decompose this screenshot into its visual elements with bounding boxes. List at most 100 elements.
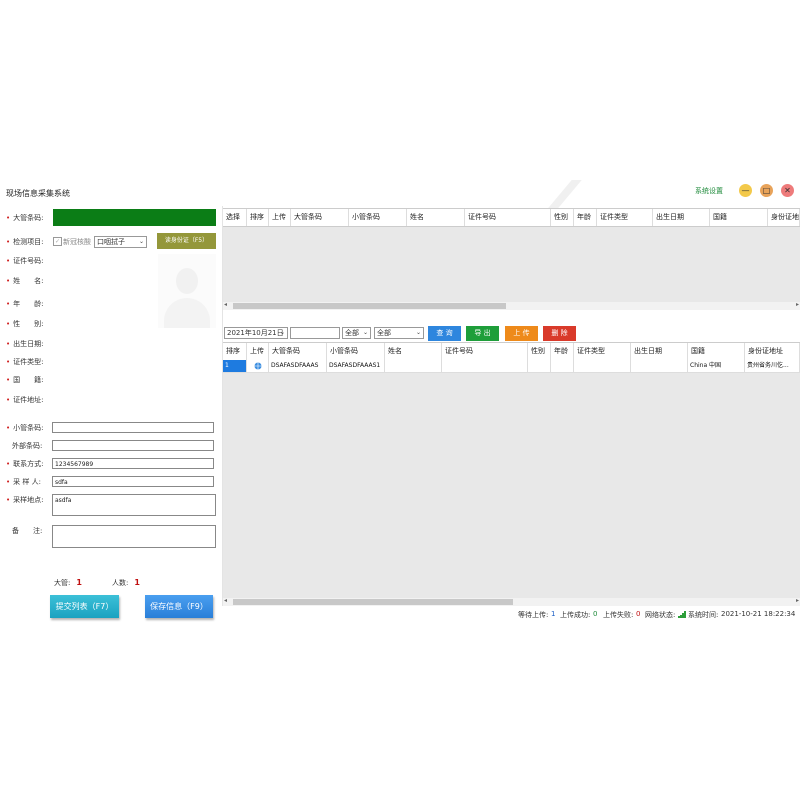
scroll-right-icon[interactable]: ▸ bbox=[796, 597, 799, 604]
row-big-barcode[interactable]: DSAFASDFAAAS bbox=[269, 360, 327, 372]
chevron-down-icon: ⌄ bbox=[415, 329, 421, 336]
col-big-barcode[interactable]: 大管条码 bbox=[291, 209, 349, 226]
query-button[interactable]: 查 询 bbox=[428, 326, 461, 341]
date-value: 2021年10月21日 bbox=[227, 329, 284, 337]
col-small-barcode[interactable]: 小管条码 bbox=[349, 209, 407, 226]
id-address-label: • 证件地址: bbox=[6, 396, 44, 404]
remark-label: 备 注: bbox=[12, 527, 43, 535]
settings-link[interactable]: 系统设置 bbox=[695, 186, 723, 196]
col-small-barcode[interactable]: 小管条码 bbox=[327, 343, 385, 360]
col-id-number[interactable]: 证件号码 bbox=[442, 343, 528, 360]
col-age[interactable]: 年龄 bbox=[551, 343, 574, 360]
col-birthdate[interactable]: 出生日期 bbox=[653, 209, 710, 226]
scroll-left-icon[interactable]: ◂ bbox=[224, 597, 227, 604]
scroll-right-icon[interactable]: ▸ bbox=[796, 301, 799, 308]
records-grid[interactable]: 排序 上传 大管条码 小管条码 姓名 证件号码 性别 年龄 证件类型 出生日期 … bbox=[223, 342, 800, 598]
col-order[interactable]: 排序 bbox=[247, 209, 269, 226]
col-nationality[interactable]: 国籍 bbox=[688, 343, 745, 360]
sample-type-select[interactable]: 口咽拭子 ⌄ bbox=[94, 236, 147, 248]
col-id-number[interactable]: 证件号码 bbox=[465, 209, 551, 226]
upload-success-label: 上传成功: bbox=[560, 611, 591, 619]
upload-failed-value: 0 bbox=[636, 610, 641, 618]
network-signal-icon bbox=[678, 611, 687, 618]
gender-label: • 性 别: bbox=[6, 320, 44, 328]
col-gender[interactable]: 性别 bbox=[551, 209, 574, 226]
close-button[interactable]: ✕ bbox=[781, 184, 794, 197]
pending-grid[interactable]: 选择 排序 上传 大管条码 小管条码 姓名 证件号码 性别 年龄 证件类型 出生… bbox=[223, 208, 800, 302]
row-index[interactable]: 1 bbox=[223, 360, 247, 372]
row-id-number[interactable] bbox=[442, 360, 528, 372]
row-birthdate[interactable] bbox=[631, 360, 688, 372]
row-address[interactable]: 贵州省务川仡... bbox=[745, 360, 800, 372]
read-id-card-button[interactable]: 读身份证（F5） bbox=[157, 233, 216, 249]
filter-select-1[interactable]: 全部 ⌄ bbox=[342, 327, 371, 339]
contact-input[interactable]: 1234567989 bbox=[52, 458, 214, 469]
records-panel: 选择 排序 上传 大管条码 小管条码 姓名 证件号码 性别 年龄 证件类型 出生… bbox=[223, 206, 800, 622]
col-big-barcode[interactable]: 大管条码 bbox=[269, 343, 327, 360]
collector-input[interactable]: sdfa bbox=[52, 476, 214, 487]
external-barcode-input[interactable] bbox=[52, 440, 214, 451]
row-gender[interactable] bbox=[528, 360, 551, 372]
nationality-label: • 国 籍: bbox=[6, 376, 44, 384]
submit-list-button[interactable]: 提交列表（F7） bbox=[50, 595, 119, 618]
globe-icon[interactable] bbox=[247, 360, 269, 372]
col-birthdate[interactable]: 出生日期 bbox=[631, 343, 688, 360]
col-address[interactable]: 身份证地址 bbox=[768, 209, 800, 226]
col-select[interactable]: 选择 bbox=[223, 209, 247, 226]
records-grid-scrollbar[interactable]: ◂ ▸ bbox=[223, 597, 800, 606]
system-time-value: 2021-10-21 18:22:34 bbox=[721, 610, 796, 618]
id-number-label: • 证件号码: bbox=[6, 257, 44, 265]
small-barcode-label: • 小管条码: bbox=[6, 424, 44, 432]
col-upload[interactable]: 上传 bbox=[247, 343, 269, 360]
query-toolbar: 2021年10月21日 ⌄ 全部 ⌄ 全部 ⌄ 查 询 导 出 上 传 删 除 bbox=[223, 322, 800, 342]
scroll-thumb[interactable] bbox=[233, 599, 513, 605]
table-row[interactable]: 1 DSAFASDFAAAS DSAFASDFAAAS1 China 中国 贵州… bbox=[223, 360, 800, 373]
scroll-left-icon[interactable]: ◂ bbox=[224, 301, 227, 308]
collection-form: • 大管条码: • 检测项目: ✓ 新冠核酸 口咽拭子 ⌄ 读身份证（F5） • 证件… bbox=[0, 206, 222, 618]
avatar-body-icon bbox=[164, 298, 210, 328]
scroll-thumb[interactable] bbox=[233, 303, 506, 309]
location-input[interactable]: asdfa bbox=[52, 494, 216, 516]
export-button[interactable]: 导 出 bbox=[466, 326, 499, 341]
row-small-barcode[interactable]: DSAFASDFAAAS1 bbox=[327, 360, 385, 372]
minimize-button[interactable]: — bbox=[739, 184, 752, 197]
external-barcode-label: 外部条码: bbox=[12, 442, 43, 450]
chevron-down-icon: ⌄ bbox=[279, 329, 285, 336]
waiting-upload-label: 等待上传: bbox=[518, 611, 549, 619]
big-barcode-label: • 大管条码: bbox=[6, 214, 44, 222]
covid-test-checkbox[interactable]: ✓ bbox=[53, 237, 62, 246]
maximize-button[interactable]: □ bbox=[760, 184, 773, 197]
covid-test-checkbox-label: 新冠核酸 bbox=[63, 238, 91, 246]
upload-success-value: 0 bbox=[593, 610, 598, 618]
col-name[interactable]: 姓名 bbox=[385, 343, 442, 360]
big-barcode-input[interactable] bbox=[53, 209, 216, 226]
row-age[interactable] bbox=[551, 360, 574, 372]
col-address[interactable]: 身份证地址 bbox=[745, 343, 800, 360]
chevron-down-icon: ⌄ bbox=[138, 238, 144, 245]
collector-label: • 采 样 人: bbox=[6, 478, 41, 486]
filter-select-2[interactable]: 全部 ⌄ bbox=[374, 327, 424, 339]
col-upload[interactable]: 上传 bbox=[269, 209, 291, 226]
col-order[interactable]: 排序 bbox=[223, 343, 247, 360]
col-id-type[interactable]: 证件类型 bbox=[574, 343, 631, 360]
small-barcode-input[interactable] bbox=[52, 422, 214, 433]
pending-grid-scrollbar[interactable]: ◂ ▸ bbox=[223, 301, 800, 310]
col-id-type[interactable]: 证件类型 bbox=[597, 209, 653, 226]
col-gender[interactable]: 性别 bbox=[528, 343, 551, 360]
birthdate-label: • 出生日期: bbox=[6, 340, 44, 348]
col-age[interactable]: 年龄 bbox=[574, 209, 597, 226]
row-id-type[interactable] bbox=[574, 360, 631, 372]
delete-button[interactable]: 删 除 bbox=[543, 326, 576, 341]
remark-input[interactable] bbox=[52, 525, 216, 548]
row-name[interactable] bbox=[385, 360, 442, 372]
row-nationality[interactable]: China 中国 bbox=[688, 360, 745, 372]
col-name[interactable]: 姓名 bbox=[407, 209, 465, 226]
name-label: • 姓 名: bbox=[6, 277, 44, 285]
save-info-button[interactable]: 保存信息（F9） bbox=[145, 595, 213, 618]
date-picker[interactable]: 2021年10月21日 ⌄ bbox=[224, 327, 288, 339]
filter-1-value: 全部 bbox=[345, 329, 359, 337]
search-input[interactable] bbox=[290, 327, 340, 339]
col-nationality[interactable]: 国籍 bbox=[710, 209, 768, 226]
id-type-label: • 证件类型: bbox=[6, 358, 44, 366]
upload-button[interactable]: 上 传 bbox=[505, 326, 538, 341]
